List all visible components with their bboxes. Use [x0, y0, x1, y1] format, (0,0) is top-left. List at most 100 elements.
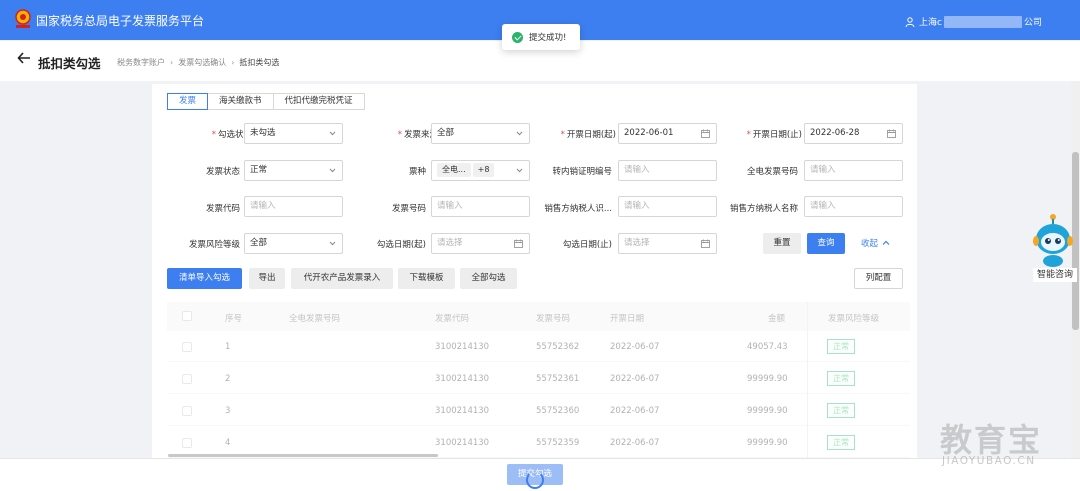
back-arrow-icon[interactable] — [17, 51, 31, 65]
row-index: 1 — [225, 342, 231, 352]
row-invoice-number: 55752359 — [536, 438, 580, 448]
breadcrumb-item-current: 抵扣类勾选 — [239, 58, 280, 67]
row-amount: 99999.90 — [747, 438, 788, 448]
issue-date-start-label: * 开票日期(起) — [560, 130, 616, 140]
select-all-button[interactable]: 全部勾选 — [460, 268, 517, 289]
issue-date-start-picker[interactable]: 2022-06-01 — [618, 123, 717, 144]
issue-date-end-label: * 开票日期(止) — [746, 130, 802, 140]
table-horizontal-scrollbar[interactable] — [168, 454, 438, 457]
agri-invoice-entry-button[interactable]: 代开农产品发票录入 — [291, 268, 393, 289]
chevron-down-icon — [329, 241, 336, 246]
row-checkbox[interactable] — [182, 342, 192, 352]
invoice-table: 序号 全电发票号码 发票代码 发票号码 开票日期 金额 发票风险等级 1 310… — [167, 302, 910, 459]
breadcrumb-item-confirm[interactable]: 发票勾选确认 — [178, 58, 226, 67]
risk-level-label: 发票风险等级 — [188, 240, 240, 250]
reset-button[interactable]: 重置 — [763, 233, 801, 254]
col-risk-level: 发票风险等级 — [828, 314, 880, 324]
row-issue-date: 2022-06-07 — [610, 374, 660, 384]
select-all-checkbox[interactable] — [182, 311, 192, 321]
digital-invoice-no-label: 全电发票号码 — [746, 167, 798, 177]
col-invoice-code: 发票代码 — [435, 314, 470, 324]
row-invoice-number: 55752361 — [536, 374, 580, 384]
seller-tax-id-label: 销售方纳税人识... — [544, 204, 612, 214]
row-issue-date: 2022-06-07 — [610, 406, 660, 416]
calendar-icon — [701, 129, 710, 138]
invoice-code-input[interactable]: 请输入 — [244, 196, 343, 217]
row-amount: 99999.90 — [747, 406, 788, 416]
tab-invoice[interactable]: 发票 — [167, 93, 209, 110]
assistant-label[interactable]: 智能咨询 — [1033, 268, 1077, 282]
invoice-number-input[interactable]: 请输入 — [431, 196, 530, 217]
invoice-type-more-chip: +8 — [472, 163, 495, 177]
row-amount: 49057.43 — [747, 342, 788, 352]
row-index: 3 — [225, 406, 231, 416]
risk-badge: 正常 — [827, 371, 855, 386]
risk-badge: 正常 — [827, 435, 855, 450]
user-menu[interactable]: 上海c 公司 — [905, 15, 1042, 28]
export-button[interactable]: 导出 — [249, 268, 285, 289]
selection-status-select[interactable]: 未勾选 — [244, 123, 343, 144]
list-import-select-button[interactable]: 清单导入勾选 — [167, 268, 242, 289]
page-title: 抵扣类勾选 — [38, 56, 101, 71]
user-name-suffix: 公司 — [1023, 18, 1042, 28]
invoice-type-select[interactable]: 全电... +8 — [431, 160, 530, 181]
table-row[interactable]: 2 3100214130 55752361 2022-06-07 99999.9… — [167, 363, 910, 394]
risk-badge: 正常 — [827, 403, 855, 418]
app-title: 国家税务总局电子发票服务平台 — [36, 14, 205, 28]
chevron-down-icon — [329, 131, 336, 136]
invoice-status-select[interactable]: 正常 — [244, 160, 343, 181]
toast-message: 提交成功! — [529, 33, 567, 43]
tab-withholding-certificate[interactable]: 代扣代缴完税凭证 — [272, 93, 365, 110]
success-toast: 提交成功! — [502, 24, 580, 50]
row-invoice-code: 3100214130 — [435, 406, 490, 416]
seller-tax-id-input[interactable]: 请输入 — [618, 196, 717, 217]
row-index: 2 — [225, 374, 231, 384]
row-checkbox[interactable] — [182, 438, 192, 448]
calendar-icon — [701, 239, 710, 248]
download-template-button[interactable]: 下载模板 — [398, 268, 455, 289]
tab-customs-payment[interactable]: 海关缴款书 — [207, 93, 274, 110]
collapse-toggle[interactable]: 收起 — [861, 237, 890, 249]
select-date-start-picker[interactable]: 请选择 — [431, 233, 530, 254]
select-date-end-picker[interactable]: 请选择 — [618, 233, 717, 254]
row-invoice-number: 55752360 — [536, 406, 580, 416]
col-invoice-number: 发票号码 — [536, 314, 571, 324]
invoice-status-label: 发票状态 — [205, 167, 240, 177]
table-row[interactable]: 3 3100214130 55752360 2022-06-07 99999.9… — [167, 395, 910, 426]
seller-name-label: 销售方纳税人名称 — [729, 204, 798, 214]
chevron-right-icon: › — [170, 58, 174, 67]
transfer-cert-no-input[interactable]: 请输入 — [618, 160, 717, 181]
col-amount: 金额 — [768, 314, 786, 324]
risk-badge: 正常 — [827, 339, 855, 354]
invoice-code-label: 发票代码 — [205, 204, 240, 214]
table-row[interactable]: 1 3100214130 55752362 2022-06-07 49057.4… — [167, 331, 910, 362]
select-date-start-label: 勾选日期(起) — [376, 240, 426, 250]
seller-name-input[interactable]: 请输入 — [804, 196, 903, 217]
chevron-down-icon — [516, 131, 523, 136]
breadcrumb-item-account[interactable]: 税务数字账户 — [117, 58, 165, 67]
row-amount: 99999.90 — [747, 374, 788, 384]
row-checkbox[interactable] — [182, 406, 192, 416]
chevron-down-icon — [516, 168, 523, 173]
chevron-up-icon — [882, 240, 890, 245]
column-config-button[interactable]: 列配置 — [854, 268, 903, 289]
chevron-right-icon: › — [231, 58, 235, 67]
main-card: 发票 海关缴款书 代扣代缴完税凭证 * 勾选状态 未勾选 * 发票来源 全部 * 开票… — [152, 84, 917, 459]
calendar-icon — [887, 129, 896, 138]
redacted-company-name — [943, 15, 1022, 28]
risk-level-select[interactable]: 全部 — [244, 233, 343, 254]
issue-date-end-picker[interactable]: 2022-06-28 — [804, 123, 903, 144]
check-circle-icon — [512, 31, 523, 43]
row-issue-date: 2022-06-07 — [610, 342, 660, 352]
invoice-type-tabs: 发票 海关缴款书 代扣代缴完税凭证 — [167, 93, 365, 110]
row-invoice-code: 3100214130 — [435, 438, 490, 448]
watermark-url: JIAOYUBAO.CN — [942, 455, 1036, 467]
loading-spinner-icon — [526, 471, 544, 489]
digital-invoice-no-input[interactable]: 请输入 — [804, 160, 903, 181]
row-checkbox[interactable] — [182, 374, 192, 384]
query-button[interactable]: 查询 — [807, 233, 845, 254]
invoice-source-select[interactable]: 全部 — [431, 123, 530, 144]
row-invoice-code: 3100214130 — [435, 374, 490, 384]
select-date-end-label: 勾选日期(止) — [562, 240, 612, 250]
table-header: 序号 全电发票号码 发票代码 发票号码 开票日期 金额 发票风险等级 — [167, 302, 910, 331]
